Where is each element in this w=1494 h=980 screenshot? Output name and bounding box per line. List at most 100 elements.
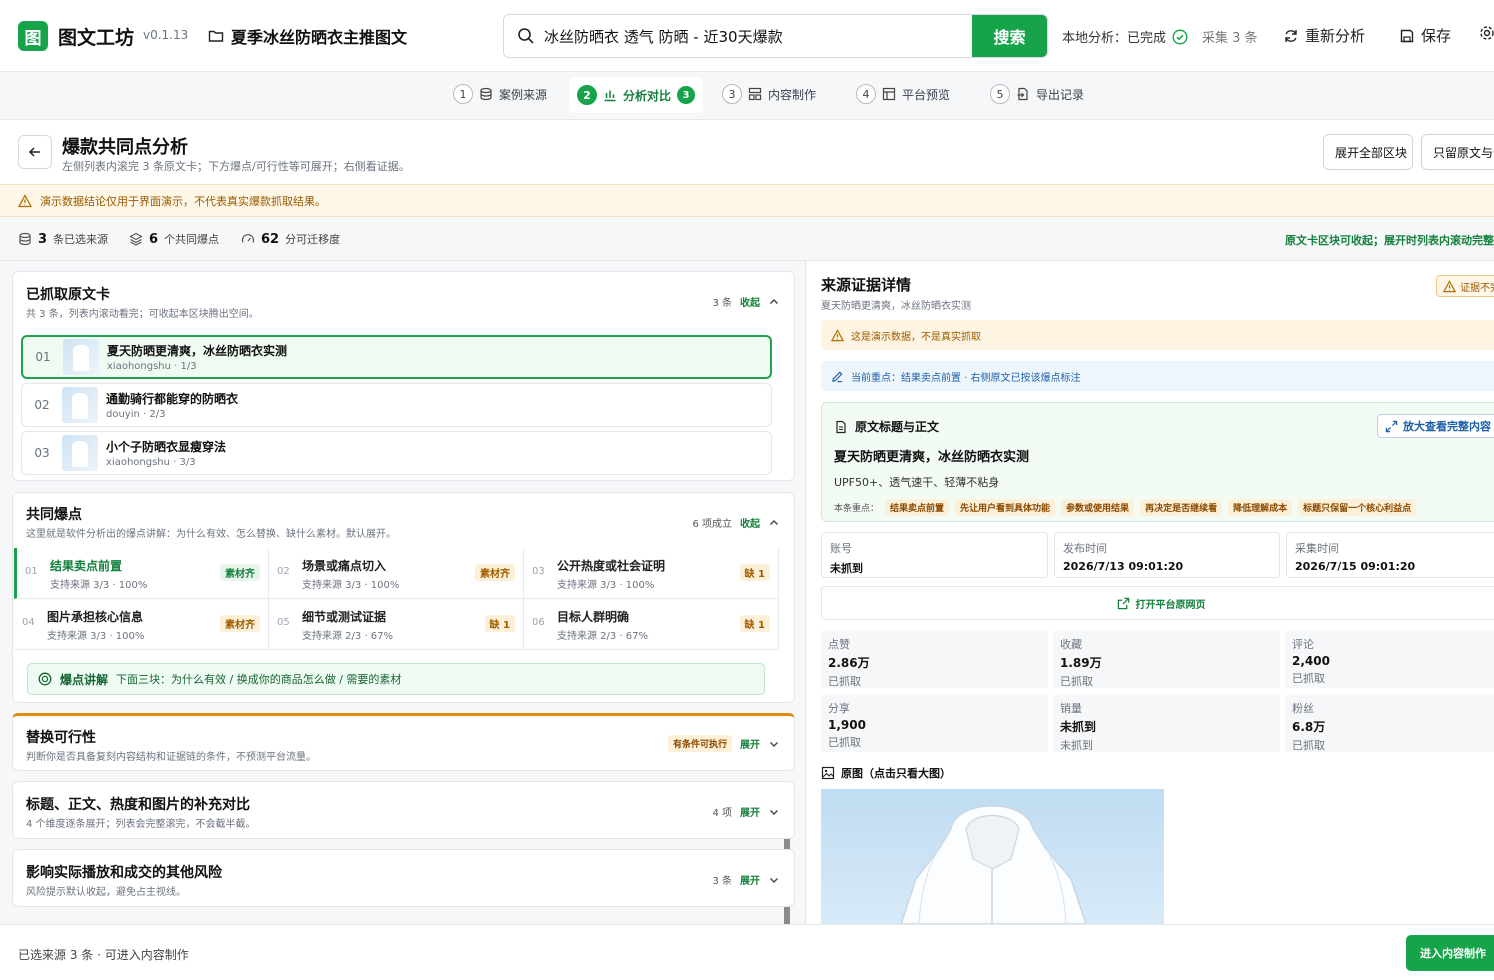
app-name: 图文工坊	[58, 27, 135, 49]
jacket-thumbnail	[63, 339, 99, 375]
collapse-button[interactable]: 收起	[740, 294, 760, 309]
hook-cell[interactable]: 05 细节或测试证据 支持来源 2/3 · 67% 缺 1	[269, 599, 524, 650]
risks-section[interactable]: 影响实际播放和成交的其他风险 风险提示默认收起，避免占主视线。 3 条 展开	[12, 849, 795, 907]
hook-tag: 素材齐	[220, 615, 260, 632]
stat-key: 粉丝	[1292, 702, 1314, 715]
document-icon	[834, 420, 848, 434]
enter-content-button[interactable]: 进入内容制作	[1406, 935, 1494, 971]
section-title: 影响实际播放和成交的其他风险	[26, 865, 222, 881]
gear-icon	[1479, 25, 1494, 41]
stat-status: 已抓取	[1292, 739, 1325, 752]
open-original-link[interactable]: 打开平台原网页	[821, 586, 1494, 620]
analysis-status-label: 本地分析：已完成	[1062, 31, 1167, 46]
layers-icon	[129, 232, 143, 246]
evidence-panel: 来源证据详情 夏天防晒更清爽，冰丝防晒衣实测 证据不完整 这是演示数据，不是真实…	[807, 261, 1494, 924]
hook-cell[interactable]: 02 场景或痛点切入 支持来源 3/3 · 100% 素材齐	[269, 548, 524, 599]
section-subtitle: 这里就是软件分析出的爆点讲解：为什么有效、怎么替换、缺什么素材。默认展开。	[26, 529, 396, 540]
metric-value: 6	[149, 231, 159, 247]
open-link-label: 打开平台原网页	[1135, 599, 1206, 611]
stat-comments: 评论 2,400 已抓取	[1285, 630, 1494, 688]
step-export-log[interactable]: 5 导出记录	[990, 84, 1084, 104]
chevron-down-icon[interactable]	[768, 806, 780, 818]
search-button[interactable]: 搜索	[972, 15, 1047, 57]
step-case-source[interactable]: 1 案例来源	[453, 84, 547, 104]
project-title[interactable]: 夏季冰丝防晒衣主推图文	[208, 24, 407, 48]
stat-status: 未抓到	[1060, 739, 1093, 752]
chevron-up-icon[interactable]	[768, 517, 780, 529]
key-chip: 参数或使用结果	[1061, 499, 1135, 516]
row-meta: douyin · 2/3	[106, 409, 166, 420]
section-count: 3 条	[712, 298, 732, 309]
section-subtitle: 共 3 条，列表内滚动看完；可收起本区块腾出空间。	[26, 309, 259, 320]
expand-all-button[interactable]: 展开全部区块	[1323, 134, 1413, 170]
gauge-icon	[241, 232, 255, 246]
feasibility-section[interactable]: 替换可行性 判断你是否具备复刻内容结构和证据链的条件，不预测平台流量。 有条件可…	[12, 713, 795, 771]
row-index: 02	[34, 398, 50, 412]
stat-key: 收藏	[1060, 638, 1082, 651]
source-card-row[interactable]: 03 小个子防晒衣显瘦穿法 xiaohongshu · 3/3	[21, 431, 772, 475]
settings-button[interactable]	[1479, 25, 1494, 41]
metric-transfer-score: 62 分可迁移度	[241, 231, 340, 247]
hook-support: 支持来源 3/3 · 100%	[50, 580, 148, 591]
chevron-down-icon[interactable]	[768, 874, 780, 886]
database-icon	[18, 232, 32, 246]
source-cards-section: 已抓取原文卡 共 3 条，列表内滚动看完；可收起本区块腾出空间。 3 条 收起 …	[12, 271, 795, 481]
left-panel: 已抓取原文卡 共 3 条，列表内滚动看完；可收起本区块腾出空间。 3 条 收起 …	[0, 261, 806, 958]
original-product-image[interactable]	[821, 789, 1164, 924]
reanalyze-button[interactable]: 重新分析	[1283, 25, 1365, 46]
search-input[interactable]: 冰丝防晒衣 透气 防晒 - 近30天爆款	[544, 26, 972, 47]
zoom-full-button[interactable]: 放大查看完整内容	[1377, 414, 1494, 438]
key-points: 本条重点： 结果卖点前置 先让用户看到具体功能 参数或使用结果 再决定是否继续看…	[834, 499, 1417, 516]
project-name: 夏季冰丝防晒衣主推图文	[231, 28, 408, 47]
source-card-row[interactable]: 02 通勤骑行都能穿的防晒衣 douyin · 2/3	[21, 383, 772, 427]
search-bar: 冰丝防晒衣 透气 防晒 - 近30天爆款 搜索	[503, 14, 1048, 58]
hook-tag: 缺 1	[484, 615, 515, 632]
hook-name: 场景或痛点切入	[302, 559, 387, 573]
database-icon	[479, 87, 493, 101]
original-title: 夏天防晒更清爽，冰丝防晒衣实测	[834, 450, 1030, 465]
compare-section[interactable]: 标题、正文、热度和图片的补充对比 4 个维度逐条展开；列表会完整滚完，不会截半截…	[12, 781, 795, 839]
stat-value: 2.86万	[828, 656, 870, 670]
step-platform-preview[interactable]: 4 平台预览	[856, 84, 950, 104]
hook-explain-banner[interactable]: 爆点讲解 下面三块：为什么有效 / 换成你的商品怎么做 / 需要的素材	[27, 663, 765, 695]
metric-value: 62	[261, 231, 280, 247]
step-content-make[interactable]: 3 内容制作	[722, 84, 816, 104]
hook-tag: 缺 1	[739, 564, 770, 581]
demo-warning-text: 演示数据结论仅用于界面演示，不代表真实爆款抓取结果。	[40, 194, 326, 208]
step-number: 5	[990, 84, 1010, 104]
info-key: 采集时间	[1295, 542, 1339, 555]
hook-cell[interactable]: 01 结果卖点前置 支持来源 3/3 · 100% 素材齐	[14, 548, 269, 599]
source-card-row[interactable]: 01 夏天防晒更清爽，冰丝防晒衣实测 xiaohongshu · 1/3	[21, 335, 772, 379]
stat-status: 已抓取	[828, 736, 861, 749]
hook-cell[interactable]: 04 图片承担核心信息 支持来源 3/3 · 100% 素材齐	[14, 599, 269, 650]
expand-button[interactable]: 展开	[740, 804, 760, 819]
footer-bar: 已选来源 3 条 · 可进入内容制作 进入内容制作	[0, 924, 1494, 980]
expand-button[interactable]: 展开	[740, 872, 760, 887]
info-key: 发布时间	[1063, 542, 1107, 555]
hook-index: 03	[532, 566, 545, 577]
chevron-down-icon[interactable]	[768, 738, 780, 750]
hook-cell[interactable]: 03 公开热度或社会证明 支持来源 3/3 · 100% 缺 1	[524, 548, 779, 599]
stat-value: 1.89万	[1060, 656, 1102, 670]
info-value: 2026/7/13 09:01:20	[1063, 560, 1184, 573]
collapse-button[interactable]: 收起	[740, 515, 760, 530]
hook-index: 05	[277, 617, 290, 628]
hook-cell[interactable]: 06 目标人群明确 支持来源 2/3 · 67% 缺 1	[524, 599, 779, 650]
save-button[interactable]: 保存	[1399, 25, 1451, 46]
step-analysis-compare[interactable]: 2 分析对比 3	[569, 77, 704, 113]
top-bar: 图 图文工坊 v0.1.13 夏季冰丝防晒衣主推图文 冰丝防晒衣 透气 防晒 -…	[0, 0, 1494, 72]
back-button[interactable]	[18, 135, 52, 169]
highlighter-icon	[831, 370, 844, 383]
window-icon	[882, 87, 896, 101]
original-image-header: 原图（点击只看大图）	[821, 765, 951, 781]
metric-label: 条已选来源	[53, 233, 109, 246]
chevron-up-icon[interactable]	[768, 296, 780, 308]
footer-status: 已选来源 3 条 · 可进入内容制作	[18, 948, 189, 962]
key-chip: 先让用户看到具体功能	[955, 499, 1056, 516]
keep-only-button[interactable]: 只留原文与证据	[1421, 134, 1494, 170]
section-controls: 有条件可执行 展开	[667, 735, 780, 752]
demo-warning-bar: 演示数据结论仅用于界面演示，不代表真实爆款抓取结果。	[0, 184, 1494, 217]
expand-button[interactable]: 展开	[740, 736, 760, 751]
section-title: 共同爆点	[26, 507, 82, 523]
metric-label: 个共同爆点	[164, 233, 220, 246]
